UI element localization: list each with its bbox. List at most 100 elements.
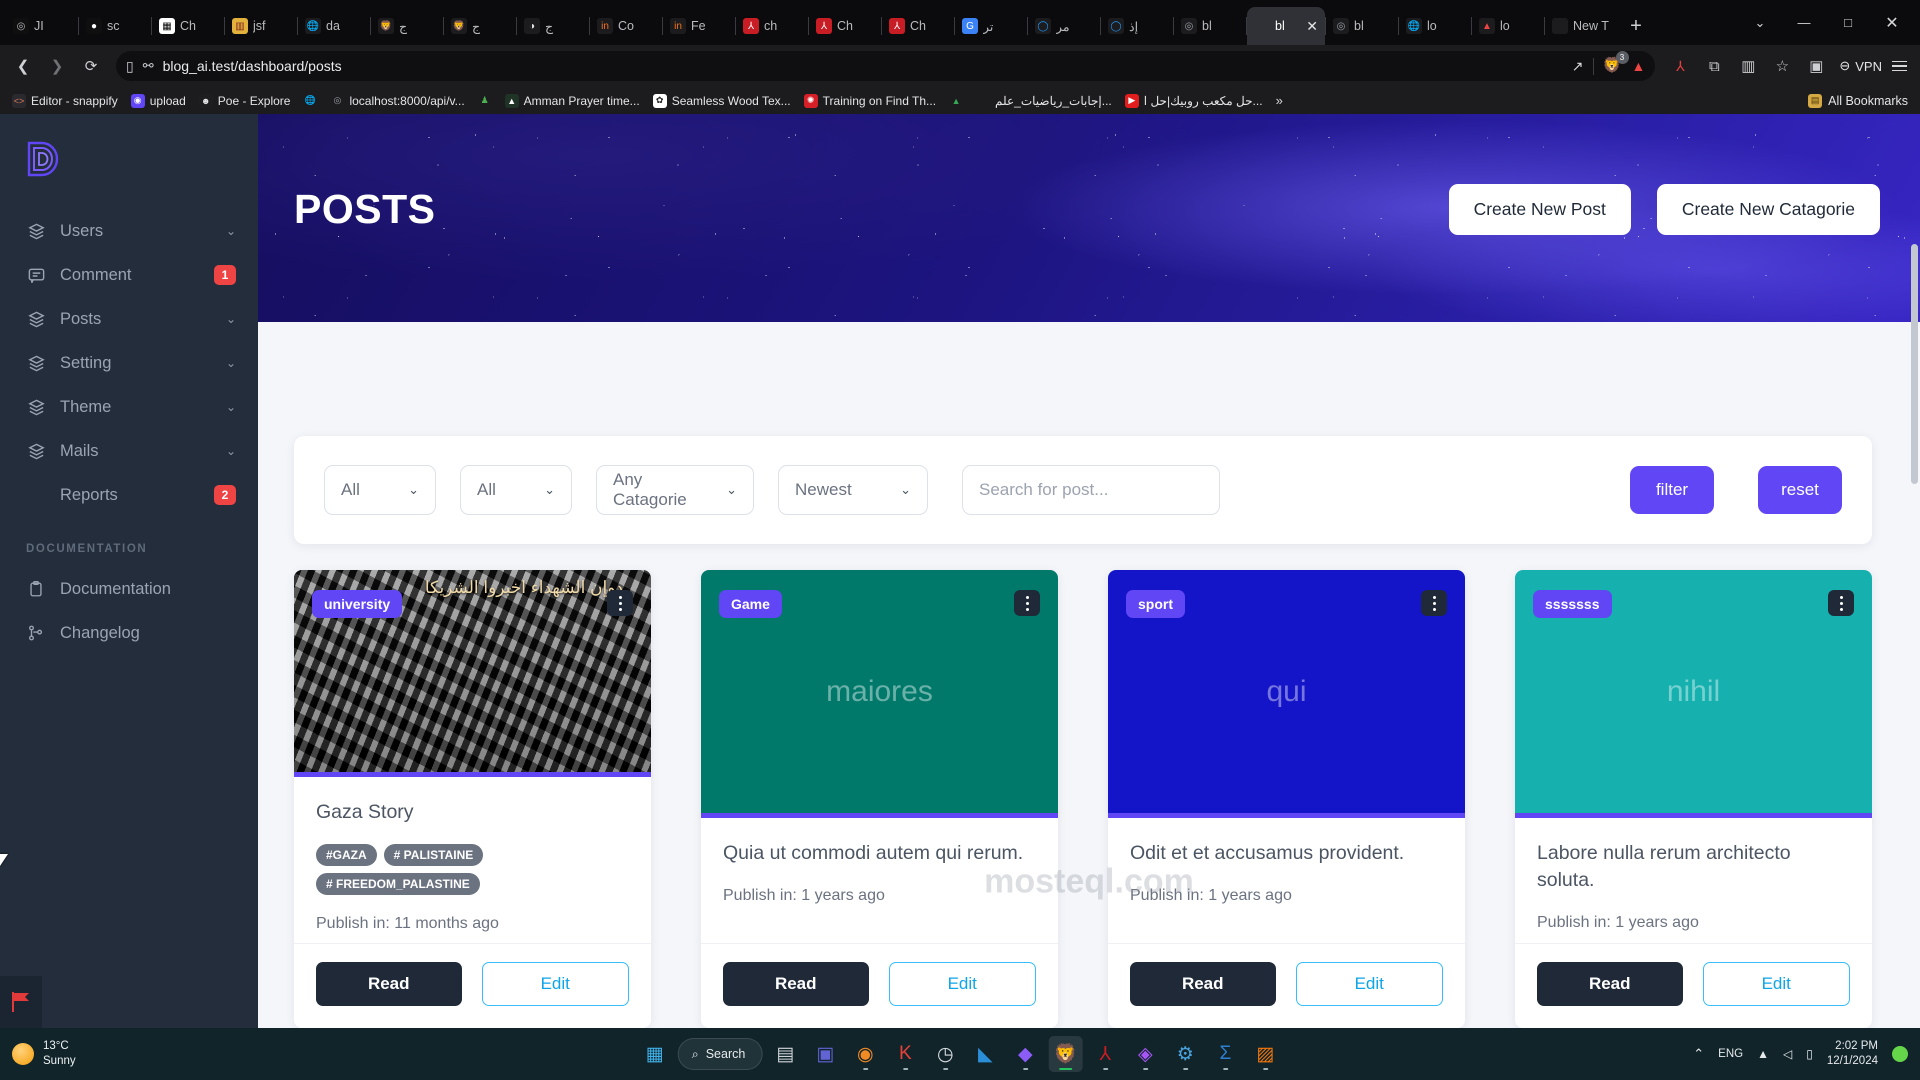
laravel-extension-icon[interactable]: ▲ [1632, 58, 1646, 74]
browser-tab[interactable]: ◑ ج [517, 7, 589, 45]
browser-tab[interactable]: in Fe [663, 7, 735, 45]
read-post-button[interactable]: Read [1130, 962, 1276, 1006]
minimize-button[interactable]: — [1782, 3, 1826, 43]
create-new-post-button[interactable]: Create New Post [1448, 184, 1631, 235]
search-input[interactable] [962, 465, 1220, 515]
edit-post-button[interactable]: Edit [1295, 962, 1443, 1006]
bookmark-item[interactable]: ▲ Amman Prayer time... [499, 91, 646, 111]
browser-tab[interactable]: ◯ إذ [1101, 7, 1173, 45]
sidebar-item-changelog[interactable]: Changelog [0, 611, 258, 655]
brave-shields-icon[interactable]: 🦁 3 [1603, 51, 1629, 76]
browser-tab[interactable]: ▥ jsf [225, 7, 297, 45]
browser-tab[interactable]: 🦁 ج [371, 7, 443, 45]
taskbar-search-box[interactable]: ⌕ Search [677, 1038, 763, 1070]
taskbar-terminal[interactable]: Σ [1208, 1036, 1242, 1072]
chevron-down-icon[interactable]: ⌄ [226, 444, 236, 458]
vpn-status[interactable]: ⊖ VPN [1839, 58, 1882, 74]
volume-icon[interactable]: ◁ [1783, 1047, 1792, 1061]
maximize-button[interactable]: □ [1826, 3, 1870, 43]
taskbar-clock[interactable]: ◷ [928, 1036, 962, 1072]
taskbar-settings[interactable]: ⚙ [1168, 1036, 1202, 1072]
clock[interactable]: 2:02 PM 12/1/2024 [1827, 1039, 1878, 1069]
browser-tab[interactable]: ◯ مر [1028, 7, 1100, 45]
post-thumbnail[interactable]: qui sport [1108, 570, 1465, 818]
create-new-category-button[interactable]: Create New Catagorie [1656, 184, 1880, 235]
tray-expand-icon[interactable]: ⌃ [1693, 1046, 1704, 1062]
wifi-icon[interactable]: ▲ [1757, 1047, 1769, 1061]
sidebar-item-documentation[interactable]: Documentation [0, 567, 258, 611]
back-icon[interactable]: ❮ [8, 51, 38, 81]
all-bookmarks-button[interactable]: ▤ All Bookmarks [1808, 93, 1914, 108]
address-bar[interactable]: ▯ ⚯ blog_ai.test/dashboard/posts ↗ 🦁 3 ▲ [116, 51, 1656, 81]
post-options-menu-icon[interactable] [607, 590, 633, 616]
taskbar-teams[interactable]: ▣ [808, 1036, 842, 1072]
taskbar-start-button[interactable]: ▦ [638, 1036, 672, 1072]
battery-icon[interactable]: ▯ [1806, 1047, 1813, 1061]
browser-tab[interactable]: G تر [955, 7, 1027, 45]
chevron-down-icon[interactable]: ⌄ [226, 356, 236, 370]
browser-menu-icon[interactable] [1886, 60, 1912, 72]
notification-icon[interactable] [1892, 1046, 1908, 1062]
browser-tab[interactable]: ⅄ Ch [882, 7, 954, 45]
category-filter-select[interactable]: Any Catagorie ⌄ [596, 465, 754, 515]
browser-tab[interactable]: ⅄ Ch [809, 7, 881, 45]
chevron-down-icon[interactable]: ⌄ [226, 400, 236, 414]
reader-mode-icon[interactable]: ▯ [126, 58, 134, 75]
post-thumbnail[interactable]: maiores Game [701, 570, 1058, 818]
sidebar-item-reports[interactable]: Reports 2 [0, 473, 258, 517]
weather-widget[interactable]: 13°C Sunny [12, 1039, 76, 1068]
browser-tab[interactable]: ◎ JI [6, 7, 78, 45]
status-filter-select[interactable]: All ⌄ [324, 465, 436, 515]
taskbar-firefox[interactable]: ◉ [848, 1036, 882, 1072]
taskbar-postman[interactable]: ▨ [1248, 1036, 1282, 1072]
sidebar-toggle-icon[interactable]: ▥ [1733, 51, 1763, 81]
post-thumbnail[interactable]: دوإن الشهداء اخبروا الشريكا university [294, 570, 651, 778]
browser-tab[interactable]: 🌐 lo [1399, 7, 1471, 45]
profile-icon[interactable]: ▣ [1801, 51, 1831, 81]
browser-tab[interactable]: in Co [590, 7, 662, 45]
forward-icon[interactable]: ❯ [42, 51, 72, 81]
bookmark-item[interactable]: 🌐 [297, 91, 323, 111]
filter-button[interactable]: filter [1630, 466, 1714, 514]
close-tab-icon[interactable]: ✕ [1306, 18, 1318, 35]
bookmark-item[interactable]: ◉ upload [125, 91, 192, 111]
bookmark-item[interactable]: إجابات_رياضيات_علم... [970, 91, 1118, 111]
chevron-down-icon[interactable]: ⌄ [226, 224, 236, 238]
reset-button[interactable]: reset [1758, 466, 1842, 514]
read-post-button[interactable]: Read [723, 962, 869, 1006]
pdf-extension-icon[interactable]: ⅄ [1665, 51, 1695, 81]
post-tag[interactable]: #GAZA [316, 844, 377, 866]
language-indicator[interactable]: ENG [1718, 1048, 1743, 1060]
sidebar-item-theme[interactable]: Theme ⌄ [0, 385, 258, 429]
post-options-menu-icon[interactable] [1828, 590, 1854, 616]
taskbar-task-view[interactable]: ▤ [768, 1036, 802, 1072]
read-post-button[interactable]: Read [316, 962, 462, 1006]
reload-icon[interactable]: ⟳ [76, 51, 106, 81]
bookmark-item[interactable]: ◎ localhost:8000/api/v... [324, 91, 470, 111]
bookmark-item[interactable]: ▲ [943, 91, 969, 111]
page-scrollbar[interactable] [1908, 114, 1920, 1028]
sidebar-item-comment[interactable]: Comment 1 [0, 253, 258, 297]
post-thumbnail[interactable]: nihil sssssss [1515, 570, 1872, 818]
taskbar-explorer[interactable]: ◆ [1008, 1036, 1042, 1072]
sidebar-item-users[interactable]: Users ⌄ [0, 209, 258, 253]
post-tag[interactable]: # PALISTAINE [383, 844, 484, 866]
sidebar-item-posts[interactable]: Posts ⌄ [0, 297, 258, 341]
sidebar-item-setting[interactable]: Setting ⌄ [0, 341, 258, 385]
browser-tab[interactable]: 🦁 ج [444, 7, 516, 45]
browser-tab[interactable]: ● sc [79, 7, 151, 45]
bookmark-item[interactable]: ☻ Poe - Explore [193, 91, 297, 111]
browser-tab[interactable]: ▲ lo [1472, 7, 1544, 45]
bookmark-star-icon[interactable]: ☆ [1767, 51, 1797, 81]
chevron-down-icon[interactable]: ⌄ [226, 312, 236, 326]
browser-tab[interactable]: ⅄ ch [736, 7, 808, 45]
browser-tab-active[interactable]: bl ✕ [1247, 7, 1325, 45]
bookmark-item[interactable]: ✿ Seamless Wood Tex... [647, 91, 797, 111]
edit-post-button[interactable]: Edit [888, 962, 1036, 1006]
site-settings-icon[interactable]: ⚯ [143, 58, 154, 74]
edit-post-button[interactable]: Edit [1702, 962, 1850, 1006]
taskbar-hyper[interactable]: K [888, 1036, 922, 1072]
extensions-icon[interactable]: ⧉ [1699, 51, 1729, 81]
bookmark-item[interactable]: ✺ Training on Find Th... [798, 91, 942, 111]
browser-tab[interactable]: ◎ bl [1174, 7, 1246, 45]
